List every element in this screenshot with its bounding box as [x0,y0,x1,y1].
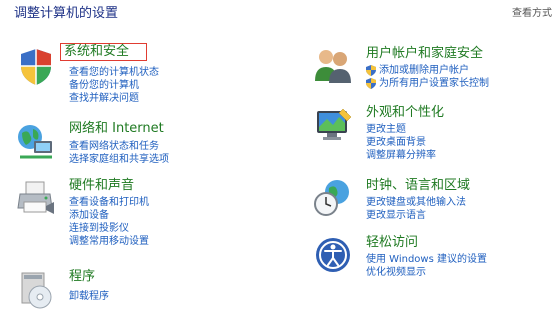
link-add-remove-users[interactable]: 添加或删除用户帐户 [366,64,489,77]
link-view-network-status[interactable]: 查看网络状态和任务 [69,140,169,153]
link-change-keyboard[interactable]: 更改键盘或其他输入法 [366,196,466,209]
link-parental-controls[interactable]: 为所有用户设置家长控制 [366,77,489,90]
link-adjust-resolution[interactable]: 调整屏幕分辨率 [366,149,436,162]
system-security-title[interactable]: 系统和安全 [60,43,148,61]
link-view-computer-status[interactable]: 查看您的计算机状态 [69,66,159,79]
programs-title[interactable]: 程序 [69,269,95,285]
clock-globe-icon[interactable] [313,178,353,218]
category-user-accounts: 用户帐户和家庭安全 添加或删除用户帐户 为所有用户设置家长控制 [313,45,543,95]
ease-of-access-icon[interactable] [313,235,353,275]
shield-flag-icon[interactable] [16,46,56,86]
view-by-label[interactable]: 查看方式 [512,4,552,19]
category-clock-region: 时钟、语言和区域 更改键盘或其他输入法 更改显示语言 [313,178,543,228]
ease-of-access-title[interactable]: 轻松访问 [366,235,418,251]
clock-region-title[interactable]: 时钟、语言和区域 [366,178,470,194]
uac-shield-icon [366,78,376,89]
category-network-internet: 网络和 Internet 查看网络状态和任务 选择家庭组和共享选项 [16,121,216,171]
link-connect-projector[interactable]: 连接到投影仪 [69,222,149,235]
link-parental-controls-label[interactable]: 为所有用户设置家长控制 [379,77,489,90]
category-system-security: 系统和安全 查看您的计算机状态 备份您的计算机 查找并解决问题 [16,43,216,114]
link-optimize-visual-display[interactable]: 优化视频显示 [366,266,487,279]
category-appearance: 外观和个性化 更改主题 更改桌面背景 调整屏幕分辨率 [313,105,543,167]
user-accounts-title[interactable]: 用户帐户和家庭安全 [366,46,483,62]
category-hardware-sound: 硬件和声音 查看设备和打印机 添加设备 连接到投影仪 调整常用移动设置 [16,178,216,258]
link-add-device[interactable]: 添加设备 [69,209,149,222]
link-change-display-language[interactable]: 更改显示语言 [366,209,466,222]
link-troubleshoot[interactable]: 查找并解决问题 [69,92,159,105]
page-title: 调整计算机的设置 [14,6,119,21]
link-mobility-settings[interactable]: 调整常用移动设置 [69,235,149,248]
printer-icon[interactable] [16,178,56,218]
uac-shield-icon [366,65,376,76]
hardware-sound-title[interactable]: 硬件和声音 [69,178,134,194]
users-icon[interactable] [313,45,353,85]
appearance-title[interactable]: 外观和个性化 [366,105,444,121]
network-globe-icon[interactable] [16,121,56,161]
monitor-personalize-icon[interactable] [313,105,353,145]
category-programs: 程序 卸载程序 [16,269,216,313]
network-internet-title[interactable]: 网络和 Internet [69,121,164,137]
link-devices-printers[interactable]: 查看设备和打印机 [69,196,149,209]
link-change-desktop-background[interactable]: 更改桌面背景 [366,136,436,149]
programs-disc-icon[interactable] [16,269,56,309]
link-homegroup-sharing[interactable]: 选择家庭组和共享选项 [69,153,169,166]
link-backup-computer[interactable]: 备份您的计算机 [69,79,159,92]
link-add-remove-users-label[interactable]: 添加或删除用户帐户 [379,64,469,77]
link-uninstall-program[interactable]: 卸载程序 [69,290,109,303]
link-windows-recommended-settings[interactable]: 使用 Windows 建议的设置 [366,253,487,266]
link-change-theme[interactable]: 更改主题 [366,123,436,136]
category-ease-of-access: 轻松访问 使用 Windows 建议的设置 优化视频显示 [313,235,543,285]
